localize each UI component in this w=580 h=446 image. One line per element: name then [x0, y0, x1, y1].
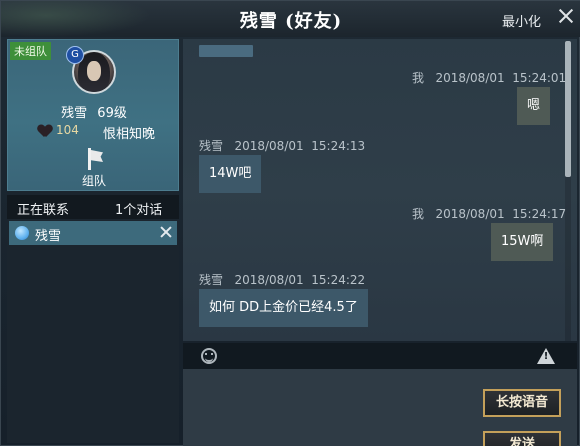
- team-button-label: 组队: [81, 174, 106, 188]
- close-icon[interactable]: [557, 7, 575, 25]
- friend-profile-card: 未组队 G 残雪 69级 104 恨相知晚 组队: [7, 39, 179, 191]
- scroll-thumb[interactable]: [565, 41, 571, 177]
- contacts-header-label: 正在联系: [17, 203, 70, 218]
- input-toolbar: !: [183, 343, 577, 369]
- message-meta: 我 2018/08/01 15:24:01: [412, 69, 566, 86]
- warning-mark: !: [543, 351, 549, 362]
- truncated-message-fragment: [199, 45, 253, 57]
- left-panel: 未组队 G 残雪 69级 104 恨相知晚 组队 正在联系 1个对话 残雪: [7, 39, 179, 443]
- window-title: 残雪 (好友): [239, 11, 343, 32]
- friend-name: 残雪: [61, 106, 88, 121]
- message-sender: 我: [412, 71, 425, 85]
- message-meta: 残雪 2018/08/01 15:24:22: [199, 271, 365, 288]
- message-bubble-friend: 14W吧: [199, 155, 262, 193]
- flag-pole: [88, 148, 91, 170]
- emoji-icon[interactable]: [201, 348, 217, 364]
- message-list: 我 2018/08/01 15:24:01 嗯 残雪 2018/08/01 15…: [183, 39, 577, 341]
- title-bar: 残雪 (好友) 最小化: [1, 1, 580, 37]
- message-sender: 我: [412, 207, 425, 221]
- contact-status-icon: [15, 226, 29, 240]
- intimacy-row: 104 恨相知晚: [26, 122, 176, 142]
- relation-title: 恨相知晚: [103, 127, 156, 142]
- flag-icon: [86, 148, 104, 170]
- message-time: 2018/08/01 15:24:22: [234, 273, 366, 287]
- message-time: 2018/08/01 15:24:13: [234, 139, 366, 153]
- team-button[interactable]: 组队: [72, 148, 116, 188]
- team-status-tag: 未组队: [10, 42, 51, 60]
- close-contact-icon[interactable]: [159, 225, 173, 239]
- message-sender: 残雪: [199, 273, 224, 287]
- message-meta: 残雪 2018/08/01 15:24:13: [199, 137, 365, 154]
- message-time: 2018/08/01 15:24:17: [435, 207, 567, 221]
- shield-badge-icon: G: [66, 46, 84, 64]
- flag-cloth: [91, 150, 103, 162]
- message-sender: 残雪: [199, 139, 224, 153]
- contact-name: 残雪: [35, 229, 62, 244]
- contacts-header: 正在联系 1个对话: [7, 195, 179, 219]
- name-level-line: 残雪 69级: [8, 102, 180, 121]
- friend-level: 69级: [97, 106, 127, 121]
- chat-window: 残雪 (好友) 最小化 未组队 G 残雪 69级 104 恨相知晚 组队 正在联…: [0, 0, 580, 446]
- message-bubble-friend: 如何 DD上金价已经4.5了: [199, 289, 368, 327]
- intimacy-value: 104: [56, 123, 79, 137]
- chat-scrollbar[interactable]: [565, 41, 571, 341]
- message-time: 2018/08/01 15:24:01: [435, 71, 567, 85]
- heart-icon: [38, 125, 52, 137]
- message-bubble-me: 15W啊: [491, 223, 554, 261]
- warning-icon[interactable]: !: [537, 348, 555, 364]
- conversation-count: 1个对话: [115, 203, 163, 218]
- contact-item[interactable]: 残雪: [9, 221, 177, 245]
- message-meta: 我 2018/08/01 15:24:17: [412, 205, 566, 222]
- send-button[interactable]: 发送: [483, 431, 561, 446]
- avatar-face: [87, 61, 101, 81]
- message-bubble-me: 嗯: [517, 87, 551, 125]
- hold-to-talk-button[interactable]: 长按语音: [483, 389, 561, 417]
- minimize-button[interactable]: 最小化: [502, 11, 541, 30]
